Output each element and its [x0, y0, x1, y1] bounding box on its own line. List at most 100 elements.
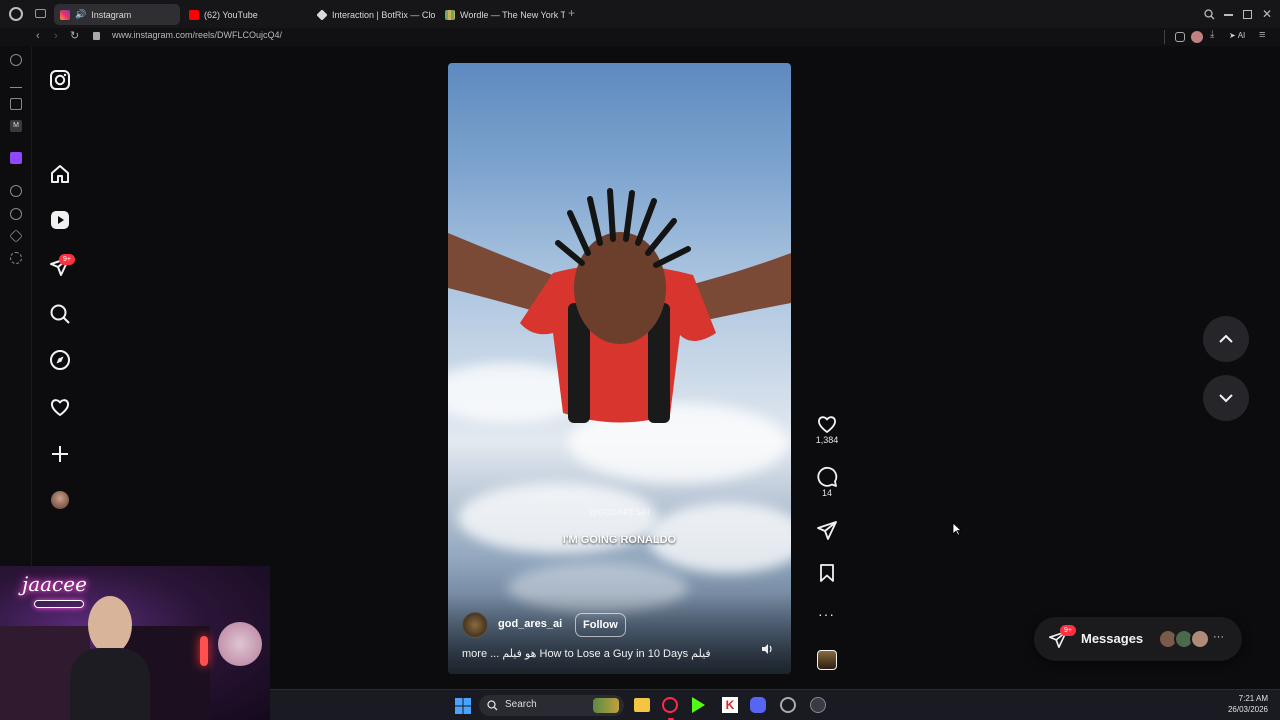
lock-icon[interactable] [93, 32, 100, 40]
share-icon[interactable] [816, 519, 838, 541]
audio-thumbnail[interactable] [817, 650, 837, 670]
taskbar-date[interactable]: 26/03/2026 [1212, 705, 1268, 714]
discord-icon[interactable] [750, 697, 766, 713]
extensions-icon[interactable] [1175, 32, 1185, 42]
volume-icon[interactable] [761, 643, 773, 655]
back-icon[interactable]: ‹ [36, 30, 40, 42]
tab-label: Instagram [91, 9, 132, 20]
kick-icon[interactable] [692, 697, 705, 713]
search-icon [487, 700, 498, 711]
tab-botrix[interactable]: Interaction | BotRix — Clo [311, 4, 437, 25]
menu-icon[interactable]: ≡ [1259, 29, 1265, 41]
previous-reel-button[interactable] [1203, 316, 1249, 362]
notifications-heart-icon[interactable] [49, 396, 71, 418]
search-icon[interactable] [49, 303, 71, 325]
follow-button[interactable]: Follow [575, 613, 626, 637]
divider [1164, 30, 1165, 44]
webcam-body [70, 648, 150, 720]
pinboard-icon[interactable] [10, 98, 22, 110]
settings-icon[interactable] [10, 252, 22, 264]
reload-icon[interactable]: ↻ [70, 29, 79, 42]
shopping-icon[interactable] [10, 76, 22, 88]
search-highlight-icon [593, 698, 619, 713]
app-k-icon[interactable]: K [722, 697, 738, 713]
chevron-up-icon [1219, 334, 1233, 343]
save-bookmark-icon[interactable] [816, 562, 838, 584]
tab-label: Interaction | BotRix — Clo [332, 9, 436, 20]
comment-icon[interactable] [816, 466, 838, 488]
maximize-icon[interactable] [1243, 10, 1252, 19]
address-bar: ‹ › ↻ www.instagram.com/reels/DWFLCOujcQ… [0, 28, 1280, 46]
speaker-icon[interactable]: 🔊 [75, 9, 86, 20]
botrix-favicon-icon [316, 8, 328, 21]
home-icon[interactable] [49, 163, 71, 185]
opera-logo-icon[interactable] [9, 7, 23, 21]
more-options-icon[interactable]: ··· [818, 606, 835, 622]
forward-icon[interactable]: › [54, 30, 58, 42]
send-icon: ➤ [1229, 31, 1236, 40]
chevron-down-icon [1219, 394, 1233, 403]
messages-pill[interactable]: 9+ Messages ··· [1034, 617, 1242, 661]
twitch-icon[interactable] [10, 152, 22, 164]
reel-description[interactable]: more ... هو فيلم How to Lose a Guy in 10… [462, 647, 732, 660]
like-action[interactable]: 1,384 [815, 413, 839, 445]
comment-action[interactable]: 14 [815, 466, 839, 498]
author-avatar[interactable] [462, 612, 488, 638]
browser-tab-bar: 🔊 Instagram (62) YouTube Interaction | B… [0, 0, 1280, 28]
opera-gx-icon[interactable] [662, 697, 678, 713]
car-logo-icon [34, 600, 84, 608]
aria-icon[interactable] [10, 54, 22, 66]
ai-button[interactable]: ➤ AI [1229, 31, 1245, 40]
new-tab-button[interactable]: + [568, 6, 575, 20]
search-tabs-icon[interactable] [1204, 9, 1215, 20]
video-caption: I'M GOING RONALDO [562, 534, 677, 546]
youtube-favicon-icon [189, 9, 199, 20]
tab-youtube[interactable]: (62) YouTube [183, 4, 309, 25]
like-heart-icon[interactable] [816, 413, 838, 435]
ai-label: AI [1237, 31, 1246, 40]
url-field[interactable]: www.instagram.com/reels/DWFLCOujcQ4/ [112, 30, 282, 40]
webcam-overlay-text: jaacee [22, 572, 87, 596]
taskbar-time[interactable]: 7:21 AM [1212, 694, 1268, 703]
author-username[interactable]: god_ares_ai [498, 618, 562, 630]
next-reel-button[interactable] [1203, 375, 1249, 421]
tab-overview-icon[interactable] [35, 9, 46, 18]
windows-start-icon[interactable] [455, 698, 471, 714]
taskbar-search[interactable]: Search [479, 695, 624, 716]
messages-badge: 9+ [1060, 625, 1076, 636]
message-avatar [1190, 629, 1210, 649]
comment-count: 14 [821, 488, 832, 498]
instagram-favicon-icon [60, 9, 70, 20]
wordle-favicon-icon [445, 9, 455, 20]
more-icon[interactable]: ··· [1213, 631, 1224, 643]
player-icon[interactable] [10, 185, 22, 197]
tab-label: (62) YouTube [204, 9, 258, 20]
messenger-icon[interactable]: M [10, 120, 22, 132]
explore-icon[interactable] [49, 349, 71, 371]
video-watermark: @GODARESAI [589, 508, 650, 517]
like-count: 1,384 [815, 435, 839, 445]
create-icon[interactable] [49, 443, 71, 465]
webcam-lamp [200, 636, 208, 666]
profile-avatar[interactable] [1191, 31, 1203, 43]
reel-video[interactable]: @GODARESAI I'M GOING RONALDO god_ares_ai… [448, 63, 791, 674]
mouse-cursor-icon [952, 522, 962, 536]
extensions-sidebar-icon[interactable] [9, 229, 23, 243]
skydiver-figure [448, 188, 791, 423]
close-window-icon[interactable]: ✕ [1262, 7, 1272, 21]
download-icon[interactable]: ⤓ [1210, 29, 1214, 40]
app-icon[interactable] [810, 697, 826, 713]
profile-avatar[interactable] [51, 491, 69, 509]
history-icon[interactable] [10, 208, 22, 220]
tab-wordle[interactable]: Wordle — The New York T [439, 4, 565, 25]
messages-label: Messages [1081, 631, 1144, 646]
webcam-overlay: jaacee [0, 566, 270, 720]
file-explorer-icon[interactable] [634, 698, 650, 712]
webcam-face [88, 596, 132, 654]
instagram-logo-icon[interactable] [49, 69, 71, 91]
tab-label: Wordle — The New York T [460, 9, 565, 20]
tab-instagram[interactable]: 🔊 Instagram [54, 4, 180, 25]
reels-icon[interactable] [49, 209, 71, 231]
minimize-icon[interactable] [1224, 14, 1233, 16]
steam-icon[interactable] [780, 697, 796, 713]
